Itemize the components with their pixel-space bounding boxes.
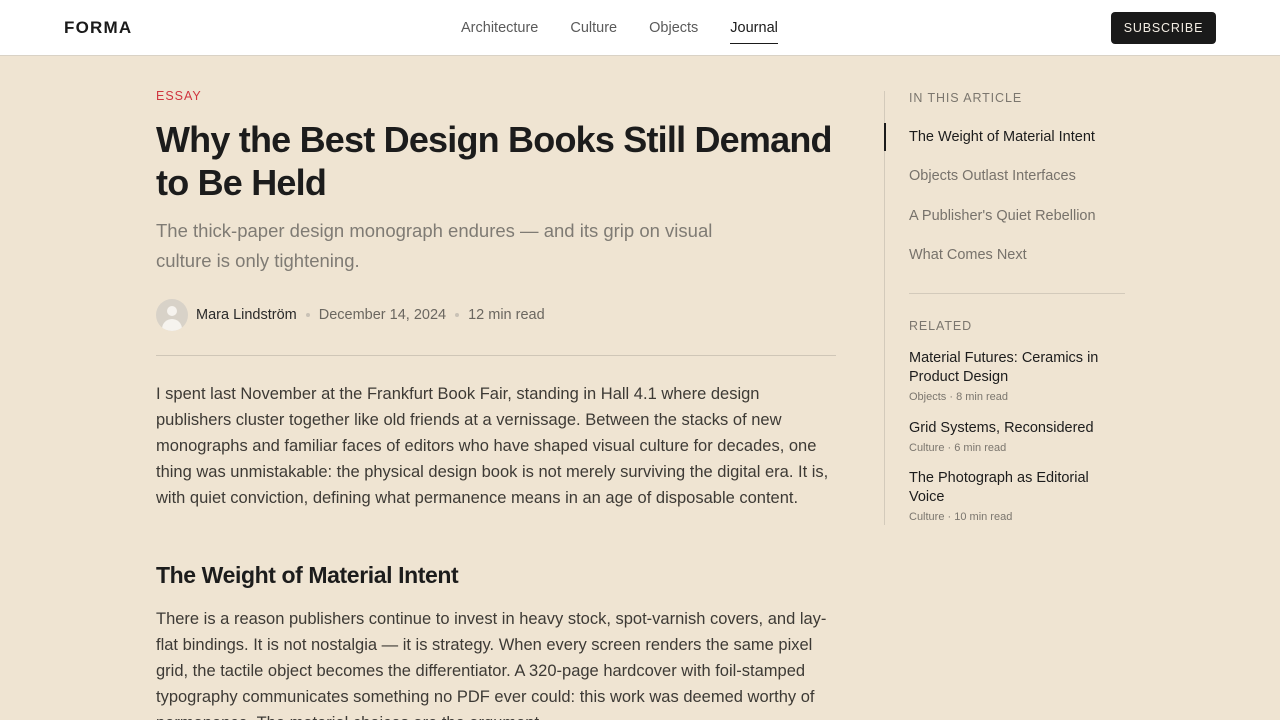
related-article[interactable]: Grid Systems, Reconsidered Culture · 6 m… (909, 419, 1119, 454)
related-article-meta: Culture · 6 min read (909, 442, 1007, 454)
article-subtitle: The thick-paper design monograph endures… (156, 220, 713, 271)
nav-link-culture[interactable]: Culture (570, 20, 617, 44)
article-category[interactable]: ESSAY (156, 89, 202, 103)
nav-link-objects[interactable]: Objects (649, 20, 698, 44)
section-heading: The Weight of Material Intent (156, 562, 459, 588)
toc-item-publishers-rebellion[interactable]: A Publisher's Quiet Rebellion (909, 208, 1096, 224)
related-article-title[interactable]: The Photograph as Editorial Voice (909, 469, 1119, 507)
article-paragraph: There is a reason publishers continue to… (156, 610, 827, 720)
related-label: RELATED (909, 319, 973, 333)
related-article-title[interactable]: Material Futures: Ceramics in Product De… (909, 349, 1119, 387)
toc-label: IN THIS ARTICLE (909, 91, 1023, 105)
toc-item-material-intent[interactable]: The Weight of Material Intent (909, 129, 1095, 145)
main-nav: Architecture Culture Objects Journal (461, 20, 778, 44)
subscribe-button[interactable]: SUBSCRIBE (1111, 12, 1216, 44)
related-article[interactable]: Material Futures: Ceramics in Product De… (909, 349, 1119, 403)
brand-logo[interactable]: FORMA (64, 18, 132, 38)
sidebar-divider (909, 293, 1125, 294)
publish-date: December 14, 2024 (318, 307, 447, 323)
divider (156, 355, 836, 356)
article-title: Why the Best Design Books Still Demand t… (156, 119, 833, 203)
author-avatar[interactable] (156, 299, 188, 331)
site-header: FORMA Architecture Culture Objects Journ… (0, 0, 1280, 56)
article-paragraph: I spent last November at the Frankfurt B… (156, 385, 829, 507)
author-name[interactable]: Mara Lindström (196, 307, 297, 323)
toc-active-marker (884, 123, 886, 151)
byline: Mara Lindström December 14, 2024 12 min … (156, 299, 545, 331)
related-article-meta: Objects · 8 min read (909, 391, 1009, 403)
avatar-head-icon (167, 306, 177, 316)
related-article-meta: Culture · 10 min read (909, 511, 1013, 523)
separator-dot (305, 313, 310, 317)
toc-item-objects-outlast[interactable]: Objects Outlast Interfaces (909, 168, 1076, 184)
avatar-body-icon (162, 319, 182, 331)
article-sidebar: IN THIS ARTICLE The Weight of Material I… (884, 91, 1125, 525)
nav-link-architecture[interactable]: Architecture (461, 20, 538, 44)
separator-dot (455, 313, 460, 317)
related-article-title[interactable]: Grid Systems, Reconsidered (909, 419, 1119, 438)
read-time: 12 min read (468, 307, 545, 323)
toc-item-what-comes-next[interactable]: What Comes Next (909, 247, 1027, 263)
nav-link-journal[interactable]: Journal (730, 20, 778, 44)
related-article[interactable]: The Photograph as Editorial Voice Cultur… (909, 469, 1119, 523)
